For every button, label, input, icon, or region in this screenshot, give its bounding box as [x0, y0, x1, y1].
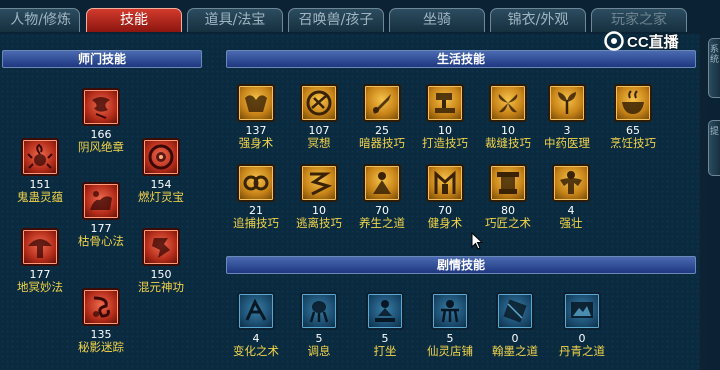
tab-summons-children[interactable]: 召唤兽/孩子	[288, 8, 384, 32]
skill-name: 秘影迷踪	[78, 340, 124, 354]
skill-name: 健身术	[427, 216, 463, 230]
skill-name: 翰墨之道	[492, 344, 538, 358]
story-skills-header: 剧情技能	[226, 256, 696, 274]
watermark-text: CC直播	[627, 33, 679, 51]
health-way-icon	[363, 164, 401, 202]
story-skill[interactable]: 5 打坐	[350, 292, 420, 358]
tab-player-home[interactable]: 玩家之家	[591, 8, 687, 32]
skill-name: 调息	[307, 344, 331, 358]
story-skill[interactable]: 5 仙灵店铺	[415, 292, 485, 358]
scorpion-gu-icon	[21, 138, 59, 176]
skill-name: 中药医理	[544, 136, 590, 150]
shadow-trace-icon	[82, 288, 120, 326]
ink-brush-icon	[496, 292, 534, 330]
life-skill[interactable]: 107 冥想	[284, 84, 354, 150]
body-strength-icon	[237, 84, 275, 122]
skill-name: 冥想	[307, 136, 331, 150]
chaos-spirit-icon	[142, 228, 180, 266]
skill-name: 变化之术	[233, 344, 279, 358]
tab-mounts[interactable]: 坐骑	[389, 8, 485, 32]
life-skill[interactable]: 70 健身术	[410, 164, 480, 230]
skill-name: 打造技巧	[422, 136, 468, 150]
story-skill[interactable]: 0 丹青之道	[547, 292, 617, 358]
breathing-icon	[300, 292, 338, 330]
skill-name: 打坐	[373, 344, 397, 358]
craftsman-icon	[489, 164, 527, 202]
bone-heart-icon	[82, 182, 120, 220]
skill-name: 追捕技巧	[233, 216, 279, 230]
life-skills-header: 生活技能	[226, 50, 696, 68]
school-skills-header: 师门技能	[2, 50, 202, 68]
skill-name: 丹青之道	[559, 344, 605, 358]
escape-icon	[300, 164, 338, 202]
skill-name: 仙灵店铺	[427, 344, 473, 358]
skill-name: 鬼蛊灵蕴	[17, 190, 63, 204]
life-skill[interactable]: 137 强身术	[221, 84, 291, 150]
skill-name: 逃离技巧	[296, 216, 342, 230]
school-skill[interactable]: 177 地冥妙法	[5, 228, 75, 294]
skill-name: 强壮	[559, 216, 583, 230]
skill-name: 巧匠之术	[485, 216, 531, 230]
tab-outfits-appearance[interactable]: 锦衣/外观	[490, 8, 586, 32]
skill-name: 烹饪技巧	[610, 136, 656, 150]
life-skill[interactable]: 4 强壮	[536, 164, 606, 230]
life-skill[interactable]: 80 巧匠之术	[473, 164, 543, 230]
mouse-cursor-icon	[471, 232, 483, 250]
fairy-shop-icon	[431, 292, 469, 330]
herb-medicine-icon	[548, 84, 586, 122]
side-tab-tips[interactable]: 提	[708, 120, 720, 176]
school-skill[interactable]: 151 鬼蛊灵蕴	[5, 138, 75, 204]
story-skill[interactable]: 0 翰墨之道	[480, 292, 550, 358]
life-skill[interactable]: 10 打造技巧	[410, 84, 480, 150]
school-skill[interactable]: 154 燃灯灵宝	[126, 138, 196, 204]
skill-name: 混元神功	[138, 280, 184, 294]
school-skill[interactable]: 150 混元神功	[126, 228, 196, 294]
life-skill[interactable]: 65 烹饪技巧	[598, 84, 668, 150]
lamp-treasure-icon	[142, 138, 180, 176]
strong-muscle-icon	[552, 164, 590, 202]
tab-skills[interactable]: 技能	[86, 8, 182, 32]
ghost-wind-scroll-icon	[82, 88, 120, 126]
underworld-mushroom-icon	[21, 228, 59, 266]
hidden-weapon-icon	[363, 84, 401, 122]
skill-name: 养生之道	[359, 216, 405, 230]
story-skill[interactable]: 5 调息	[284, 292, 354, 358]
side-tab-system[interactable]: 系统	[708, 38, 720, 98]
tailoring-icon	[489, 84, 527, 122]
life-skill[interactable]: 10 逃离技巧	[284, 164, 354, 230]
pursuit-icon	[237, 164, 275, 202]
meditation-icon	[300, 84, 338, 122]
transform-icon	[237, 292, 275, 330]
sitting-meditation-icon	[366, 292, 404, 330]
forging-hammer-icon	[426, 84, 464, 122]
skill-name: 地冥妙法	[17, 280, 63, 294]
life-skill[interactable]: 21 追捕技巧	[221, 164, 291, 230]
cc-live-watermark: CC直播	[604, 30, 679, 52]
cooking-icon	[614, 84, 652, 122]
life-skill[interactable]: 3 中药医理	[532, 84, 602, 150]
tab-bar: 人物/修炼 技能 道具/法宝 召唤兽/孩子 坐骑 锦衣/外观 玩家之家	[0, 0, 720, 34]
fitness-icon	[426, 164, 464, 202]
vertical-scrollbar[interactable]	[700, 34, 708, 370]
cc-logo-icon	[604, 31, 624, 51]
life-skill[interactable]: 70 养生之道	[347, 164, 417, 230]
painting-scroll-icon	[563, 292, 601, 330]
story-skill[interactable]: 4 变化之术	[221, 292, 291, 358]
school-skill[interactable]: 135 秘影迷踪	[66, 288, 136, 354]
life-skill[interactable]: 25 暗器技巧	[347, 84, 417, 150]
skill-name: 暗器技巧	[359, 136, 405, 150]
tab-character-cultivation[interactable]: 人物/修炼	[0, 8, 80, 32]
tab-items-treasures[interactable]: 道具/法宝	[187, 8, 283, 32]
skill-name: 燃灯灵宝	[138, 190, 184, 204]
skill-name: 强身术	[238, 136, 274, 150]
